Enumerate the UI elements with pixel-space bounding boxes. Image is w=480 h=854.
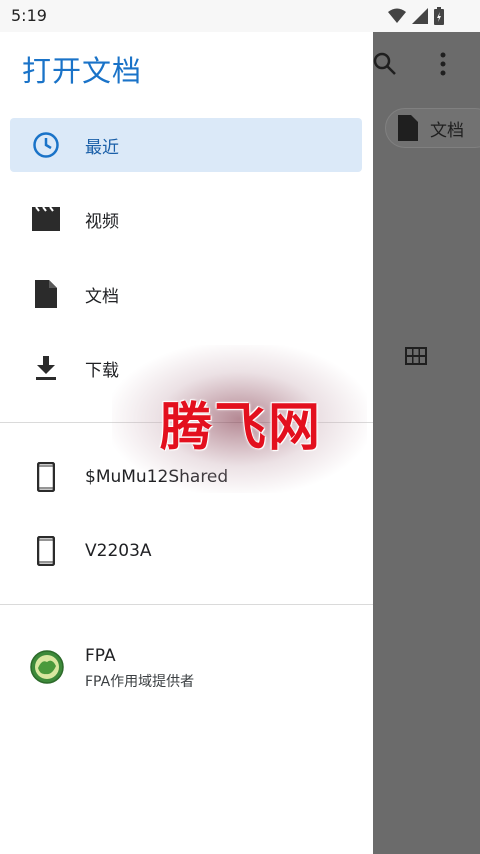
document-icon bbox=[398, 115, 418, 141]
filter-chip-documents[interactable]: 文档 bbox=[385, 108, 480, 148]
drawer-item-label: 视频 bbox=[85, 211, 119, 232]
watermark-text: 腾飞网 bbox=[160, 397, 323, 458]
download-icon bbox=[32, 354, 60, 382]
status-time: 5:19 bbox=[11, 6, 47, 25]
provider-subtitle: FPA作用域提供者 bbox=[85, 674, 195, 690]
drawer-item-recent[interactable]: 最近 bbox=[10, 118, 362, 172]
drawer-provider-fpa[interactable]: FPA FPA作用域提供者 bbox=[10, 634, 362, 700]
divider bbox=[0, 604, 373, 605]
signal-icon bbox=[412, 8, 428, 24]
battery-icon bbox=[434, 7, 444, 25]
provider-title: FPA bbox=[85, 646, 116, 666]
chip-label: 文档 bbox=[430, 120, 464, 141]
video-icon bbox=[32, 205, 60, 233]
grid-view-icon[interactable] bbox=[405, 347, 427, 365]
phone-icon bbox=[32, 536, 60, 566]
drawer-item-label: 最近 bbox=[85, 137, 119, 158]
drawer-title: 打开文档 bbox=[22, 54, 143, 88]
search-icon[interactable] bbox=[373, 52, 397, 76]
drawer-item-videos[interactable]: 视频 bbox=[10, 192, 362, 246]
more-options-icon[interactable] bbox=[439, 52, 447, 76]
drawer-item-label: 文档 bbox=[85, 286, 119, 307]
phone-icon bbox=[32, 462, 60, 492]
drawer-root-label: V2203A bbox=[85, 541, 152, 561]
drawer-item-documents[interactable]: 文档 bbox=[10, 267, 362, 321]
drawer-root-v2203a[interactable]: V2203A bbox=[10, 524, 362, 578]
document-icon bbox=[32, 280, 60, 308]
wifi-icon bbox=[388, 8, 406, 23]
fpa-logo-icon bbox=[30, 650, 64, 684]
clock-icon bbox=[32, 131, 60, 159]
status-bar: 5:19 bbox=[0, 0, 480, 32]
status-icons bbox=[388, 7, 444, 25]
underlying-screen-scrim[interactable]: 文档 bbox=[373, 32, 480, 854]
